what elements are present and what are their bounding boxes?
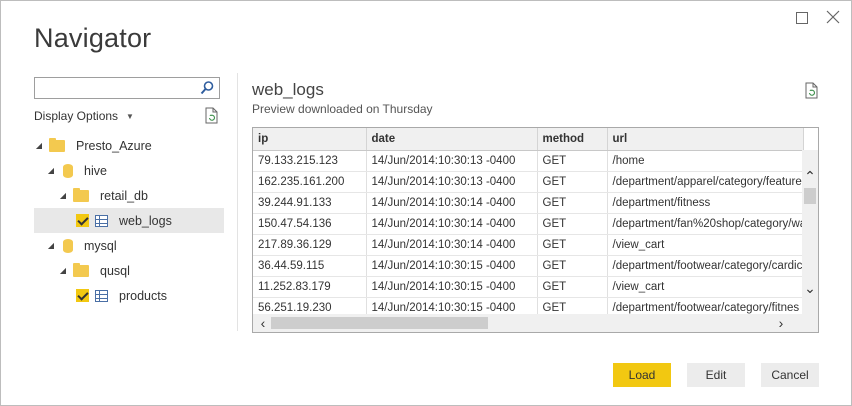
tree-item-web-logs[interactable]: web_logs: [34, 208, 224, 233]
table-cell: 14/Jun/2014:10:30:15 -0400: [366, 276, 538, 298]
refresh-preview-icon[interactable]: [804, 82, 820, 100]
table-icon: [95, 214, 108, 227]
navigator-dialog: Navigator Display Options ▼ ◢ Presto_Azu…: [0, 0, 852, 406]
preview-subtitle: Preview downloaded on Thursday: [252, 102, 433, 116]
table-cell: GET: [537, 192, 608, 214]
collapse-icon[interactable]: ◢: [58, 191, 68, 200]
preview-table: ip date method url 79.133.215.123 14/Jun/…: [253, 128, 804, 319]
database-icon: [63, 238, 73, 253]
collapse-icon[interactable]: ◢: [46, 166, 56, 175]
database-icon: [63, 163, 73, 178]
display-options-label: Display Options: [34, 109, 119, 123]
folder-icon: [73, 187, 89, 202]
table-cell: 11.252.83.179: [253, 276, 367, 298]
chevron-down-icon: ▼: [126, 111, 134, 121]
table-cell: /department/fan%20shop/category/wa: [607, 213, 804, 235]
table-cell: 79.133.215.123: [253, 150, 367, 172]
table-cell: 14/Jun/2014:10:30:15 -0400: [366, 255, 538, 277]
preview-grid: ip date method url 79.133.215.123 14/Jun/…: [252, 127, 819, 333]
table-cell: 14/Jun/2014:10:30:13 -0400: [366, 150, 538, 172]
table-header-row: ip date method url: [253, 128, 804, 151]
table-row: 11.252.83.179 14/Jun/2014:10:30:15 -0400 G…: [253, 276, 804, 298]
tree-item-label: products: [119, 288, 167, 303]
table-cell: 36.44.59.115: [253, 255, 367, 277]
table-row: 150.47.54.136 14/Jun/2014:10:30:14 -0400 G…: [253, 213, 804, 235]
table-cell: 14/Jun/2014:10:30:13 -0400: [366, 171, 538, 193]
column-header[interactable]: date: [366, 128, 538, 151]
table-cell: GET: [537, 171, 608, 193]
chevron-up-icon[interactable]: ⌃: [802, 168, 818, 184]
preview-title: web_logs: [252, 80, 324, 99]
table-row: 39.244.91.133 14/Jun/2014:10:30:14 -0400 G…: [253, 192, 804, 214]
table-cell: 217.89.36.129: [253, 234, 367, 256]
column-header[interactable]: method: [537, 128, 608, 151]
cancel-button[interactable]: Cancel: [761, 363, 819, 387]
table-cell: 14/Jun/2014:10:30:14 -0400: [366, 213, 538, 235]
chevron-left-icon[interactable]: ‹: [255, 314, 271, 332]
edit-button[interactable]: Edit: [687, 363, 745, 387]
close-icon[interactable]: [825, 9, 841, 25]
table-cell: 39.244.91.133: [253, 192, 367, 214]
table-cell: /view_cart: [607, 234, 804, 256]
table-cell: 14/Jun/2014:10:30:14 -0400: [366, 234, 538, 256]
dialog-title: Navigator: [34, 23, 152, 53]
refresh-icon[interactable]: [204, 107, 220, 125]
search-icon[interactable]: [199, 80, 215, 96]
tree-item-label: hive: [84, 163, 107, 178]
horizontal-scrollbar[interactable]: ‹ ›: [253, 314, 818, 332]
search-box[interactable]: [34, 77, 220, 99]
table-cell: 14/Jun/2014:10:30:14 -0400: [366, 192, 538, 214]
table-row: 79.133.215.123 14/Jun/2014:10:30:13 -0400…: [253, 150, 804, 172]
table-cell: /view_cart: [607, 276, 804, 298]
load-button[interactable]: Load: [613, 363, 671, 387]
table-row: 162.235.161.200 14/Jun/2014:10:30:13 -040…: [253, 171, 804, 193]
folder-icon: [49, 137, 65, 152]
web-logs-checkbox[interactable]: [76, 214, 89, 227]
table-cell: GET: [537, 150, 608, 172]
horizontal-scroll-thumb[interactable]: [271, 317, 488, 329]
table-cell: /department/footwear/category/cardic: [607, 255, 804, 277]
tree-item-label: qusql: [100, 263, 130, 278]
maximize-icon[interactable]: [794, 9, 810, 25]
table-cell: /home: [607, 150, 804, 172]
table-cell: 150.47.54.136: [253, 213, 367, 235]
pane-divider[interactable]: [237, 73, 238, 331]
tree-item-qusql[interactable]: ◢ qusql: [34, 258, 224, 283]
tree-item-hive[interactable]: ◢ hive: [34, 158, 224, 183]
collapse-icon[interactable]: ◢: [58, 266, 68, 275]
table-row: 217.89.36.129 14/Jun/2014:10:30:14 -0400 G…: [253, 234, 804, 256]
table-cell: GET: [537, 213, 608, 235]
vertical-scroll-thumb[interactable]: [804, 188, 816, 204]
search-input[interactable]: [35, 78, 195, 98]
tree-item-label: Presto_Azure: [76, 138, 152, 153]
column-header[interactable]: url: [607, 128, 804, 151]
tree-item-label: web_logs: [119, 213, 172, 228]
tree-item-products[interactable]: products: [34, 283, 224, 308]
table-cell: GET: [537, 255, 608, 277]
table-cell: GET: [537, 234, 608, 256]
tree-item-presto-azure[interactable]: ◢ Presto_Azure: [34, 133, 224, 158]
navigator-tree: ◢ Presto_Azure ◢ hive ◢ retail_db web_lo…: [34, 133, 224, 308]
column-header[interactable]: ip: [253, 128, 367, 151]
chevron-right-icon[interactable]: ›: [773, 314, 789, 332]
table-cell: GET: [537, 276, 608, 298]
tree-item-retail-db[interactable]: ◢ retail_db: [34, 183, 224, 208]
table-cell: /department/apparel/category/feature: [607, 171, 804, 193]
tree-item-label: mysql: [84, 238, 117, 253]
table-cell: 162.235.161.200: [253, 171, 367, 193]
collapse-icon[interactable]: ◢: [46, 241, 56, 250]
tree-item-label: retail_db: [100, 188, 148, 203]
table-row: 36.44.59.115 14/Jun/2014:10:30:15 -0400 GE…: [253, 255, 804, 277]
tree-item-mysql[interactable]: ◢ mysql: [34, 233, 224, 258]
display-options-dropdown[interactable]: Display Options ▼: [34, 109, 134, 123]
table-cell: /department/fitness: [607, 192, 804, 214]
products-checkbox[interactable]: [76, 289, 89, 302]
vertical-scrollbar[interactable]: ⌃ ⌄: [802, 150, 818, 316]
table-icon: [95, 289, 108, 302]
collapse-icon[interactable]: ◢: [34, 141, 44, 150]
folder-icon: [73, 262, 89, 277]
chevron-down-icon[interactable]: ⌄: [802, 280, 818, 296]
